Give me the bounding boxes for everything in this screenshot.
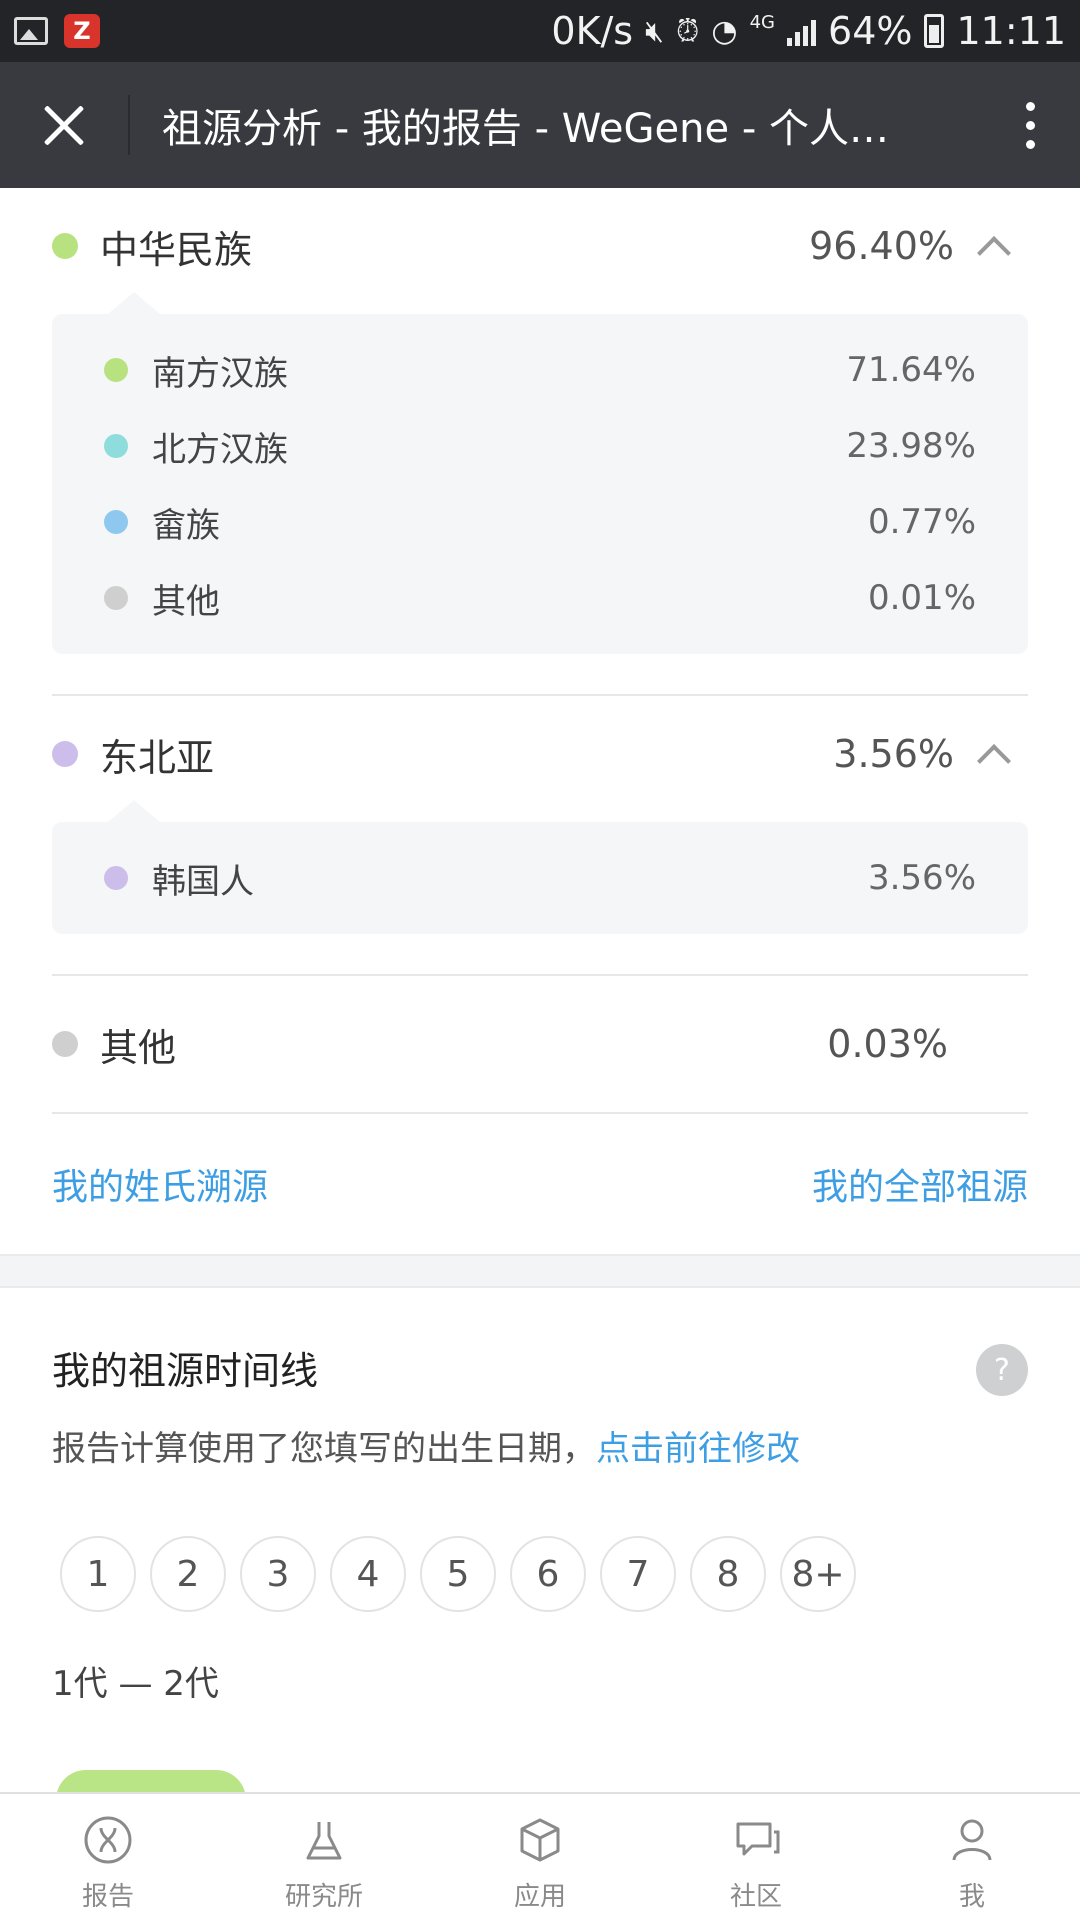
list-item: 韩国人 3.56% xyxy=(104,840,976,916)
subgroup-percent: 71.64% xyxy=(846,350,976,390)
network-type: 4G xyxy=(749,12,776,33)
nav-item-report[interactable]: 报告 xyxy=(0,1794,216,1922)
ancestry-group-other: 其他 0.03% xyxy=(52,976,1028,1112)
generation-button[interactable]: 5 xyxy=(420,1536,496,1612)
color-dot xyxy=(104,866,128,890)
subgroup-name: 南方汉族 xyxy=(152,353,288,394)
subgroup-name: 北方汉族 xyxy=(152,429,288,470)
generation-range-label: 1代 — 2代 xyxy=(52,1664,219,1704)
group-percent: 0.03% xyxy=(827,1022,948,1066)
color-dot xyxy=(104,358,128,382)
subgroup-name: 畲族 xyxy=(152,505,220,546)
battery-percent: 64% xyxy=(828,9,913,53)
page-title: 祖源分析 - 我的报告 - WeGene - 个人… xyxy=(162,106,889,152)
signal-icon xyxy=(787,16,817,46)
color-dot xyxy=(52,741,78,767)
net-speed: 0K/s xyxy=(551,9,634,53)
section-gap xyxy=(0,1254,1080,1288)
list-item: 北方汉族 23.98% xyxy=(104,408,976,484)
chevron-up-icon[interactable] xyxy=(976,229,1010,263)
generation-button[interactable]: 1 xyxy=(60,1536,136,1612)
generation-button[interactable]: 6 xyxy=(510,1536,586,1612)
dna-icon xyxy=(84,1816,132,1864)
generation-button[interactable]: 8+ xyxy=(780,1536,856,1612)
close-icon[interactable] xyxy=(0,62,128,188)
battery-icon xyxy=(924,14,945,48)
timeline-note-text: 报告计算使用了您填写的出生日期， xyxy=(52,1429,596,1469)
generation-button[interactable]: 2 xyxy=(150,1536,226,1612)
status-bar: Z 0K/s 🔇︎ ⏰︎ ◔ 4G 64% 11:11 xyxy=(0,0,1080,62)
bottom-nav: 报告 研究所 应用 社区 我 xyxy=(0,1792,1080,1922)
subgroup-percent: 0.77% xyxy=(867,502,976,542)
generation-button[interactable]: 7 xyxy=(600,1536,676,1612)
ancestry-group-chinese: 中华民族 96.40% 南方汉族 71.64% 北方汉族 23.98% 畲族 0… xyxy=(52,188,1028,654)
group-header[interactable]: 其他 0.03% xyxy=(52,976,1028,1112)
all-ancestry-link[interactable]: 我的全部祖源 xyxy=(812,1158,1028,1210)
timeline-note: 报告计算使用了您填写的出生日期，点击前往修改 xyxy=(52,1421,1028,1470)
nav-label: 应用 xyxy=(513,1882,566,1912)
color-dot xyxy=(52,233,78,259)
subgroup-percent: 0.01% xyxy=(867,578,976,618)
nav-label: 我 xyxy=(958,1882,985,1912)
subgroup-name: 韩国人 xyxy=(152,861,254,902)
generation-button[interactable]: 4 xyxy=(330,1536,406,1612)
generation-selector: 1 2 3 4 5 6 7 8 8+ xyxy=(60,1536,1028,1612)
group-header[interactable]: 东北亚 3.56% xyxy=(52,696,1028,812)
title-bar: 祖源分析 - 我的报告 - WeGene - 个人… xyxy=(0,62,1080,188)
group-header[interactable]: 中华民族 96.40% xyxy=(52,188,1028,304)
nav-item-apps[interactable]: 应用 xyxy=(432,1794,648,1922)
chat-icon xyxy=(736,1822,780,1856)
nav-item-community[interactable]: 社区 xyxy=(648,1794,864,1922)
color-dot xyxy=(52,1031,78,1057)
subgroup-list: 韩国人 3.56% xyxy=(52,800,1028,934)
mute-icon: 🔇︎ xyxy=(645,13,665,49)
group-name: 中华民族 xyxy=(100,227,253,272)
user-icon xyxy=(952,1819,992,1861)
subgroup-name: 其他 xyxy=(152,581,220,622)
generation-button[interactable]: 3 xyxy=(240,1536,316,1612)
edit-birthdate-link[interactable]: 点击前往修改 xyxy=(596,1429,800,1469)
color-dot xyxy=(104,510,128,534)
group-name: 其他 xyxy=(100,1025,177,1070)
color-dot xyxy=(104,586,128,610)
alarm-icon: ⏰︎ xyxy=(676,13,700,49)
list-item: 南方汉族 71.64% xyxy=(104,332,976,408)
nav-item-lab[interactable]: 研究所 xyxy=(216,1794,432,1922)
ancestry-links: 我的姓氏溯源 我的全部祖源 xyxy=(52,1114,1028,1254)
generation-button[interactable]: 8 xyxy=(690,1536,766,1612)
ancestry-group-northeast-asia: 东北亚 3.56% 韩国人 3.56% xyxy=(52,696,1028,934)
report-content[interactable]: 中华民族 96.40% 南方汉族 71.64% 北方汉族 23.98% 畲族 0… xyxy=(0,188,1080,1792)
clock: 11:11 xyxy=(956,9,1066,53)
nav-label: 报告 xyxy=(81,1882,134,1912)
group-percent: 96.40% xyxy=(809,224,954,268)
subgroup-percent: 3.56% xyxy=(867,858,976,898)
help-icon[interactable]: ? xyxy=(976,1344,1028,1396)
subgroup-percent: 23.98% xyxy=(846,426,976,466)
nav-label: 社区 xyxy=(729,1882,782,1912)
group-percent: 3.56% xyxy=(833,732,954,776)
app-notification-icon: Z xyxy=(64,14,100,48)
surname-origin-link[interactable]: 我的姓氏溯源 xyxy=(52,1158,268,1210)
group-name: 东北亚 xyxy=(100,735,215,780)
color-dot xyxy=(104,434,128,458)
list-item: 畲族 0.77% xyxy=(104,484,976,560)
subgroup-list: 南方汉族 71.64% 北方汉族 23.98% 畲族 0.77% 其他 0.01… xyxy=(52,292,1028,654)
wifi-icon: ◔ xyxy=(711,13,738,49)
nav-item-me[interactable]: 我 xyxy=(864,1794,1080,1922)
nav-label: 研究所 xyxy=(284,1882,363,1912)
cube-icon xyxy=(520,1818,560,1862)
flask-icon xyxy=(306,1822,342,1860)
timeline-title: 我的祖源时间线 xyxy=(52,1349,319,1393)
list-item: 其他 0.01% xyxy=(104,560,976,636)
chevron-up-icon[interactable] xyxy=(976,737,1010,771)
ancestry-timeline: 我的祖源时间线 ? 报告计算使用了您填写的出生日期，点击前往修改 1 2 3 4… xyxy=(0,1288,1080,1705)
more-menu-icon[interactable] xyxy=(980,62,1080,188)
gallery-icon xyxy=(14,17,48,45)
